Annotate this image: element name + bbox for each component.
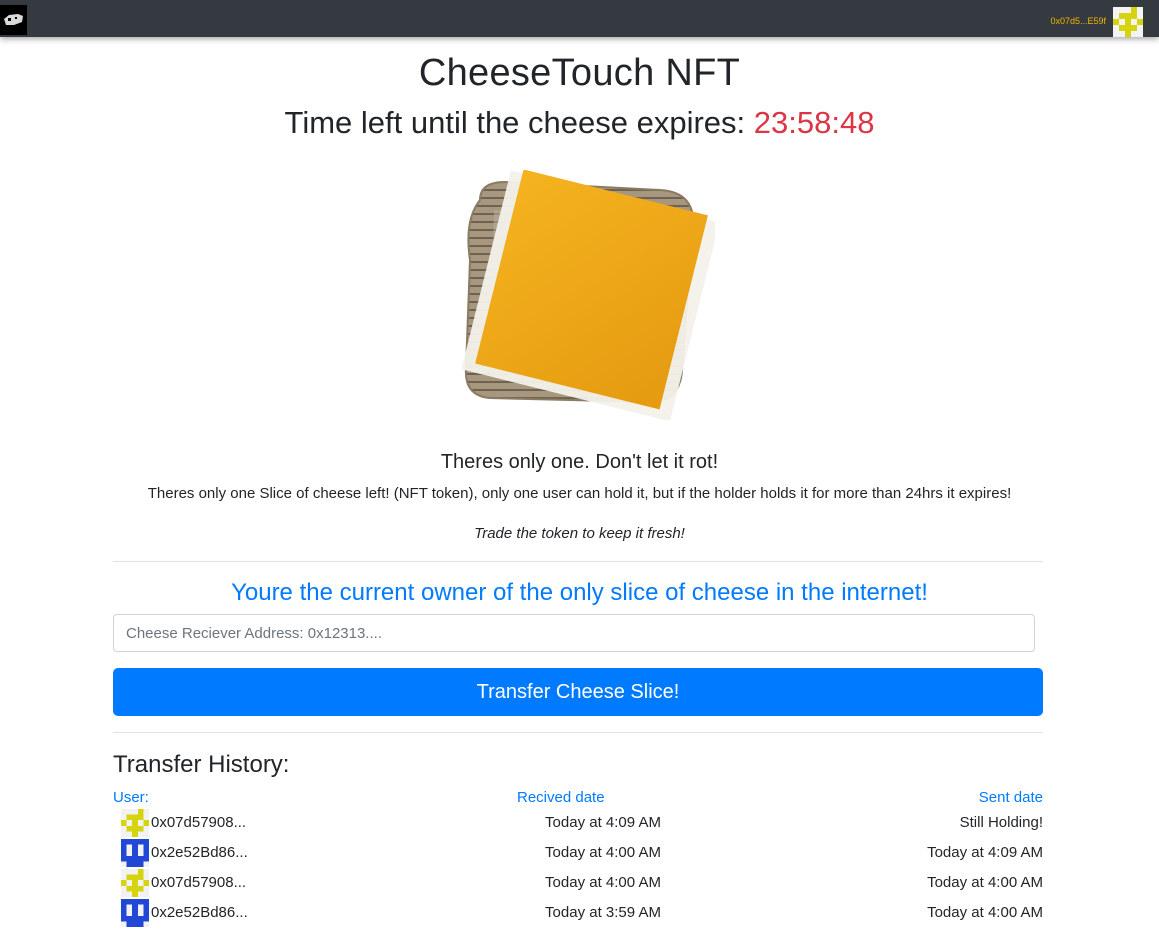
blue-identicon-icon — [121, 899, 149, 927]
yellow-identicon-icon — [121, 869, 149, 897]
history-received-date: Today at 4:00 AM — [545, 844, 661, 861]
column-header-received: Recived date — [517, 789, 605, 806]
history-user[interactable]: 0x07d57908... — [151, 814, 246, 831]
history-user[interactable]: 0x07d57908... — [151, 874, 246, 891]
divider — [113, 732, 1043, 733]
account-avatar-icon[interactable] — [1113, 7, 1143, 37]
yellow-identicon-icon — [121, 809, 149, 837]
history-sent-date: Today at 4:00 AM — [927, 874, 1043, 891]
countdown-label: Time left until the cheese expires: — [284, 105, 746, 140]
top-navbar: 0x07d5...E59f — [0, 0, 1159, 37]
cheese-logo-icon[interactable] — [0, 5, 27, 35]
column-header-sent: Sent date — [978, 789, 1043, 806]
history-title: Transfer History: — [113, 751, 290, 778]
page-title: CheeseTouch NFT — [418, 52, 741, 94]
transfer-button[interactable]: Transfer Cheese Slice! — [113, 668, 1043, 716]
history-received-date: Today at 4:00 AM — [545, 874, 661, 891]
trade-note: Trade the token to keep it fresh! — [474, 525, 685, 542]
history-row: 0x07d57908... Today at 4:09 AM Still Hol… — [113, 809, 1043, 839]
history-user[interactable]: 0x2e52Bd86... — [151, 904, 248, 921]
account-address[interactable]: 0x07d5...E59f — [1050, 16, 1106, 26]
history-row: 0x2e52Bd86... Today at 4:00 AM Today at … — [113, 839, 1043, 869]
owner-message: Youre the current owner of the only slic… — [231, 579, 928, 606]
history-received-date: Today at 3:59 AM — [545, 904, 661, 921]
description-text: Theres only one Slice of cheese left! (N… — [147, 485, 1012, 502]
tagline: Theres only one. Don't let it rot! — [440, 451, 719, 473]
history-received-date: Today at 4:09 AM — [545, 814, 661, 831]
history-row: 0x07d57908... Today at 4:00 AM Today at … — [113, 869, 1043, 899]
history-sent-date: Today at 4:00 AM — [927, 904, 1043, 921]
blue-identicon-icon — [121, 839, 149, 867]
countdown-timer: 23:58:48 — [753, 105, 875, 140]
receiver-address-input[interactable] — [113, 614, 1035, 652]
history-sent-date: Still Holding! — [959, 814, 1043, 831]
cheese-toast-image — [450, 169, 720, 422]
column-header-user: User: — [113, 789, 149, 806]
countdown-heading: Time left until the cheese expires: 23:5… — [0, 105, 1159, 141]
history-sent-date: Today at 4:09 AM — [927, 844, 1043, 861]
history-user[interactable]: 0x2e52Bd86... — [151, 844, 248, 861]
history-row: 0x2e52Bd86... Today at 3:59 AM Today at … — [113, 899, 1043, 929]
divider — [113, 561, 1043, 562]
